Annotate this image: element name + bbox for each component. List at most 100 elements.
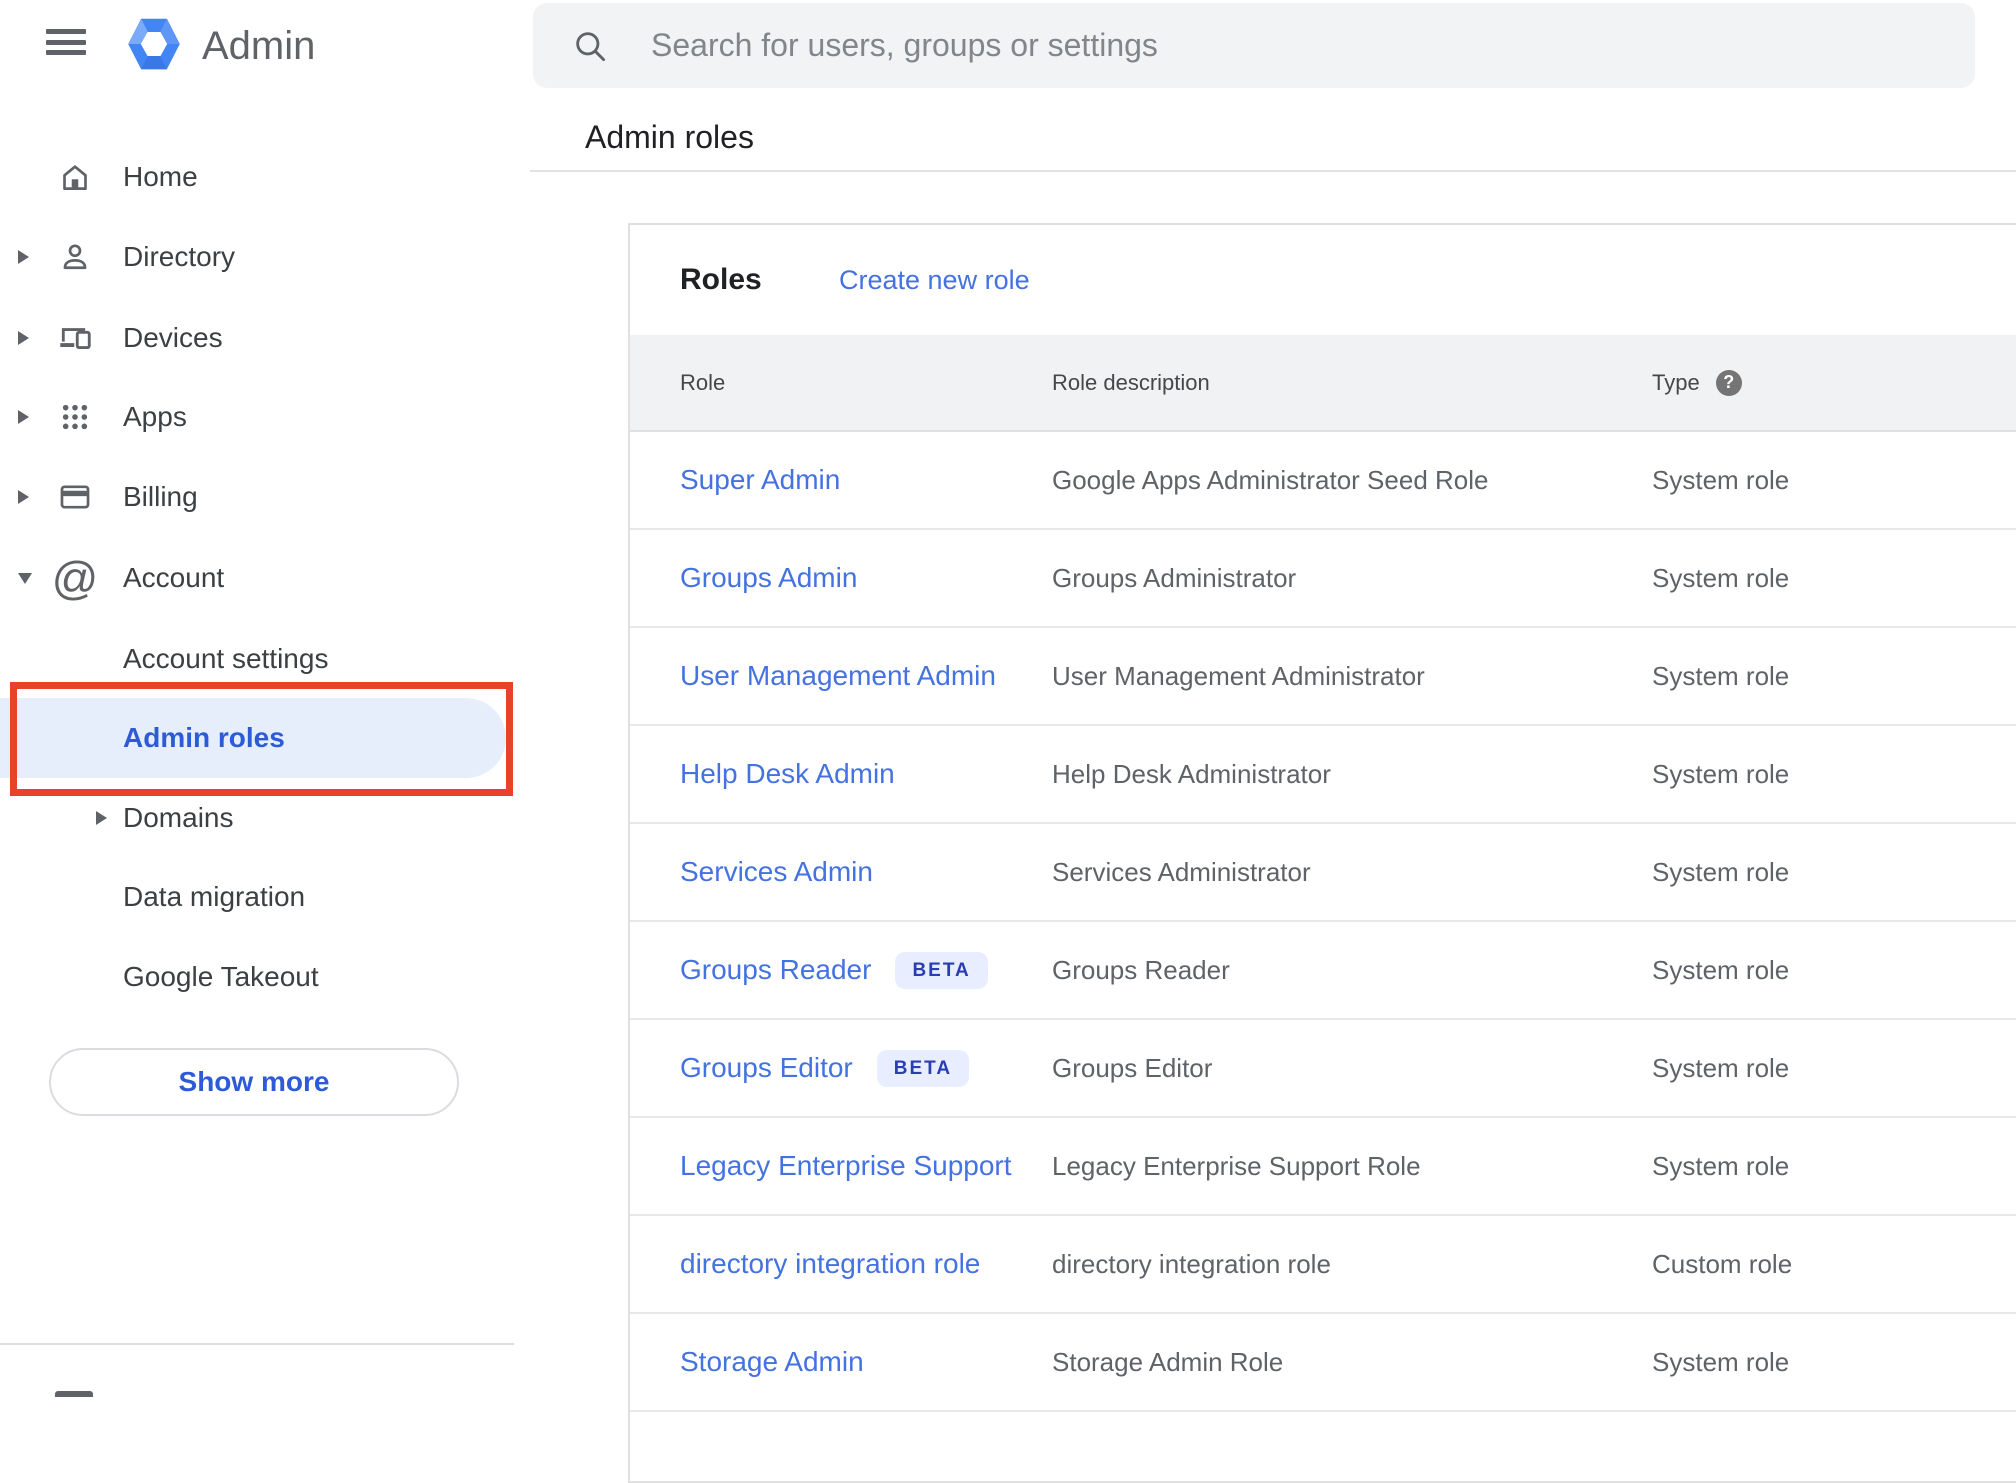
search-bar[interactable] (533, 3, 1975, 88)
role-link[interactable]: Legacy Enterprise Support (680, 1150, 1012, 1182)
sidebar-item-label: Domains (123, 802, 234, 833)
role-cell: Groups Editor BETA (680, 1049, 1052, 1087)
column-header-role-description: Role description (1052, 370, 1652, 396)
sidebar-item-google-takeout[interactable]: Google Takeout (0, 937, 514, 1017)
hamburger-bar (46, 50, 86, 55)
column-header-label: Role description (1052, 369, 1210, 395)
table-row: Legacy Enterprise Support Legacy Enterpri… (630, 1118, 2016, 1216)
expand-arrow-down-icon[interactable] (18, 572, 36, 584)
table-row: Groups Admin Groups Administrator System r… (630, 530, 2016, 628)
beta-badge: BETA (876, 1049, 970, 1087)
role-description: Help Desk Administrator (1052, 758, 1331, 789)
role-type: System role (1652, 562, 1790, 593)
sidebar-item-domains[interactable]: Domains (0, 778, 514, 858)
role-type: System role (1652, 856, 1790, 887)
column-header-label: Role (680, 369, 726, 395)
sidebar-item-account-settings[interactable]: Account settings (0, 619, 514, 699)
sidebar-item-billing[interactable]: Billing (0, 457, 514, 537)
sidebar-item-label: Account (123, 562, 225, 593)
role-description: Storage Admin Role (1052, 1346, 1284, 1377)
sidebar-item-label: Account settings (123, 643, 329, 674)
table-row: Groups Editor BETA Groups Editor System rol… (630, 1020, 2016, 1118)
table-row: directory integration role directory inte… (630, 1216, 2016, 1314)
expand-arrow-right-icon[interactable] (18, 250, 36, 264)
role-cell: Groups Admin (680, 562, 1052, 594)
role-link[interactable]: directory integration role (680, 1248, 980, 1280)
column-header-type: Type? (1652, 369, 2016, 396)
table-body: Super Admin Google Apps Administrator See… (630, 432, 2016, 1412)
role-type: System role (1652, 758, 1790, 789)
sidebar-item-directory[interactable]: Directory (0, 217, 514, 297)
roles-card: Roles Create new role Role Role descripti… (628, 223, 2016, 1483)
role-cell: Super Admin (680, 464, 1052, 496)
role-cell: Services Admin (680, 856, 1052, 888)
column-header-role: Role (680, 370, 1052, 396)
role-description: Services Administrator (1052, 856, 1311, 887)
breadcrumb-divider (530, 170, 2016, 172)
roles-card-header: Roles Create new role (630, 225, 2016, 335)
devices-icon (54, 315, 96, 361)
sidebar-item-home[interactable]: Home (0, 137, 514, 217)
table-row: Storage Admin Storage Admin Role System ro… (630, 1314, 2016, 1412)
admin-hexagon-icon (126, 15, 182, 78)
role-description: Groups Reader (1052, 954, 1230, 985)
role-cell: directory integration role (680, 1248, 1052, 1280)
clipped-sidebar-icon (55, 1391, 93, 1397)
table-row: Help Desk Admin Help Desk Administrator Sy… (630, 726, 2016, 824)
table-row: Groups Reader BETA Groups Reader System rol… (630, 922, 2016, 1020)
sidebar-item-label: Data migration (123, 881, 306, 912)
home-icon (54, 154, 96, 200)
role-description: User Management Administrator (1052, 660, 1425, 691)
google-admin-logo[interactable]: Admin (126, 15, 315, 78)
role-type: System role (1652, 464, 1790, 495)
hamburger-bar (46, 29, 86, 34)
sidebar-item-admin-roles[interactable]: Admin roles (0, 698, 506, 778)
person-icon (54, 234, 96, 280)
role-type: System role (1652, 660, 1790, 691)
expand-arrow-right-icon[interactable] (96, 811, 114, 825)
sidebar-item-devices[interactable]: Devices (0, 298, 514, 378)
role-link[interactable]: User Management Admin (680, 660, 996, 692)
search-input[interactable] (651, 13, 1975, 78)
sidebar-item-label: Home (123, 161, 198, 192)
card-title: Roles (680, 263, 762, 296)
table-row: Services Admin Services Administrator Syst… (630, 824, 2016, 922)
sidebar-item-label: Devices (123, 322, 223, 353)
breadcrumb: Admin roles (585, 119, 754, 155)
expand-arrow-right-icon[interactable] (18, 490, 36, 504)
create-new-role-link[interactable]: Create new role (839, 265, 1030, 296)
apps-grid-icon (54, 394, 96, 440)
role-cell: Groups Reader BETA (680, 951, 1052, 989)
sidebar-item-apps[interactable]: Apps (0, 377, 514, 457)
sidebar-item-label: Google Takeout (123, 961, 319, 992)
role-link[interactable]: Storage Admin (680, 1346, 864, 1378)
role-link[interactable]: Help Desk Admin (680, 758, 895, 790)
expand-arrow-right-icon[interactable] (18, 410, 36, 424)
show-more-button[interactable]: Show more (49, 1048, 459, 1116)
search-icon (576, 31, 606, 61)
sidebar-item-account[interactable]: @ Account (0, 538, 514, 618)
role-cell: Help Desk Admin (680, 758, 1052, 790)
role-link[interactable]: Groups Reader (680, 954, 871, 986)
role-link[interactable]: Services Admin (680, 856, 873, 888)
expand-arrow-right-icon[interactable] (18, 331, 36, 345)
role-cell: Storage Admin (680, 1346, 1052, 1378)
sidebar-item-data-migration[interactable]: Data migration (0, 857, 514, 937)
role-link[interactable]: Groups Admin (680, 562, 857, 594)
role-type: System role (1652, 1150, 1790, 1181)
sidebar-item-label: Admin roles (123, 722, 285, 753)
at-icon: @ (51, 552, 99, 604)
role-cell: User Management Admin (680, 660, 1052, 692)
help-icon[interactable]: ? (1715, 369, 1742, 396)
role-description: Legacy Enterprise Support Role (1052, 1150, 1421, 1181)
product-name: Admin (202, 24, 316, 68)
table-row: User Management Admin User Management Adm… (630, 628, 2016, 726)
role-link[interactable]: Groups Editor (680, 1052, 853, 1084)
hamburger-menu-button[interactable] (42, 22, 90, 62)
column-header-label: Type (1652, 369, 1700, 395)
role-description: Groups Editor (1052, 1052, 1213, 1083)
role-description: directory integration role (1052, 1248, 1331, 1279)
credit-card-icon (54, 474, 96, 520)
hamburger-bar (46, 39, 86, 45)
role-link[interactable]: Super Admin (680, 464, 840, 496)
